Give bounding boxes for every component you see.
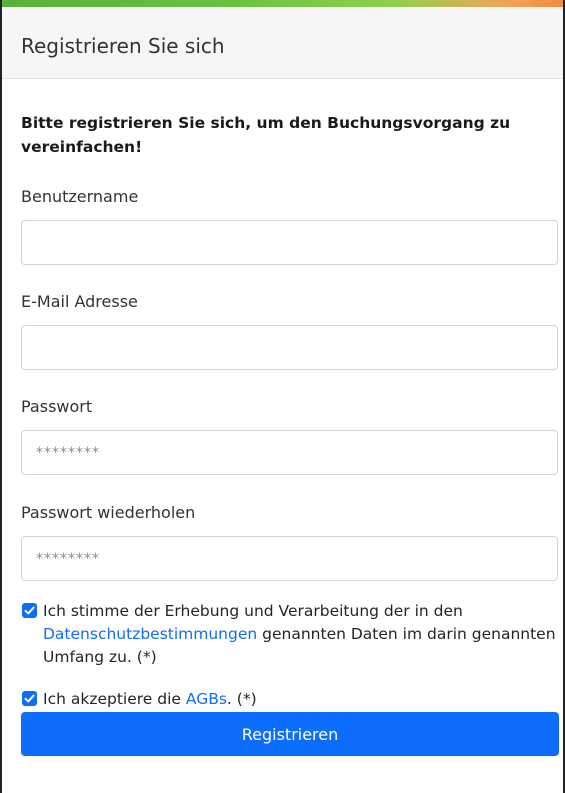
terms-link[interactable]: AGBs bbox=[186, 690, 227, 708]
privacy-text-before: Ich stimme der Erhebung und Verarbeitung… bbox=[43, 602, 463, 620]
terms-text-before: Ich akzeptiere die bbox=[43, 690, 186, 708]
privacy-policy-link[interactable]: Datenschutzbestimmungen bbox=[43, 625, 257, 643]
password-label: Passwort bbox=[21, 397, 93, 416]
password-input[interactable] bbox=[21, 430, 558, 475]
email-label: E-Mail Adresse bbox=[21, 292, 138, 311]
registration-page: Registrieren Sie sich Bitte registrieren… bbox=[0, 0, 565, 793]
card-header: Registrieren Sie sich bbox=[2, 7, 563, 79]
register-button[interactable]: Registrieren bbox=[21, 712, 559, 756]
page-title: Registrieren Sie sich bbox=[21, 34, 225, 58]
email-input[interactable] bbox=[21, 325, 558, 370]
privacy-checkbox[interactable] bbox=[22, 603, 37, 618]
password-repeat-input[interactable] bbox=[21, 536, 558, 581]
password-repeat-label: Passwort wiederholen bbox=[21, 503, 196, 522]
terms-consent-row: Ich akzeptiere die AGBs. (*) bbox=[21, 688, 556, 711]
privacy-consent-text: Ich stimme der Erhebung und Verarbeitung… bbox=[21, 600, 556, 669]
accent-bar bbox=[2, 0, 563, 7]
username-label: Benutzername bbox=[21, 187, 139, 206]
checkmark-icon bbox=[24, 694, 35, 703]
privacy-consent-row: Ich stimme der Erhebung und Verarbeitung… bbox=[21, 600, 556, 669]
terms-consent-text: Ich akzeptiere die AGBs. (*) bbox=[21, 688, 556, 711]
terms-checkbox[interactable] bbox=[22, 691, 37, 706]
username-input[interactable] bbox=[21, 220, 558, 265]
checkmark-icon bbox=[24, 606, 35, 615]
intro-text: Bitte registrieren Sie sich, um den Buch… bbox=[21, 114, 511, 156]
terms-text-after: . (*) bbox=[226, 690, 257, 708]
